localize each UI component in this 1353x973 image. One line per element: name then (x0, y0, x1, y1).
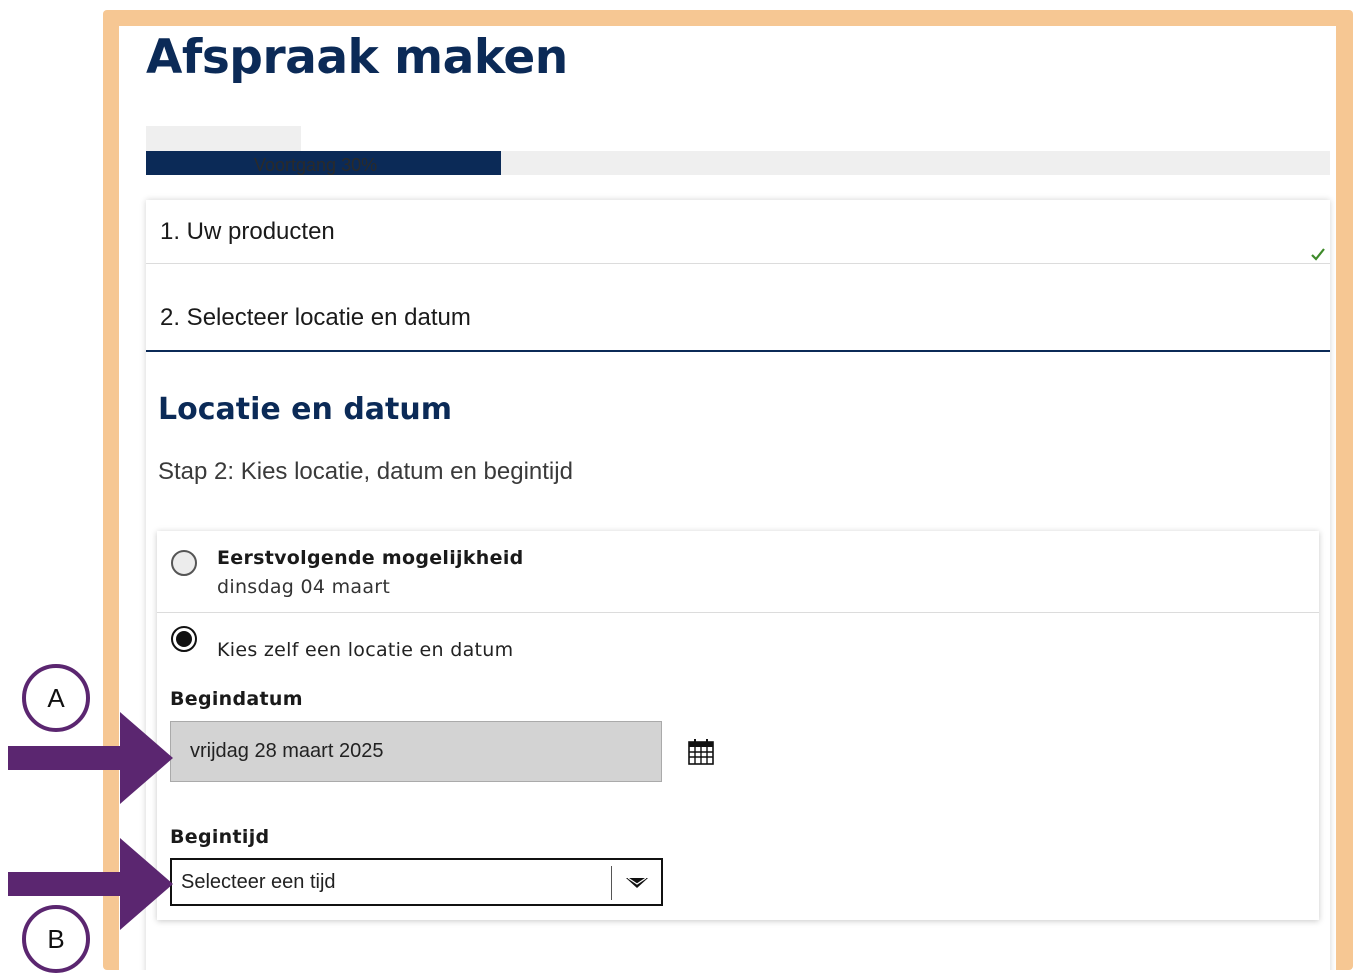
location-date-card: Eerstvolgende mogelijkheid dinsdag 04 ma… (157, 531, 1319, 920)
start-time-label: Begintijd (170, 826, 270, 848)
start-time-select[interactable]: Selecteer een tijd (170, 858, 663, 906)
radio-first-available[interactable] (171, 550, 197, 576)
progress-tab (146, 126, 301, 152)
step-label: 1. Uw producten (160, 218, 335, 245)
appointment-page: Afspraak maken Voortgang 30% 1. Uw produ… (119, 26, 1336, 970)
progress-bar: Voortgang 30% (146, 151, 1330, 175)
step-uw-producten[interactable]: 1. Uw producten (146, 200, 1330, 264)
option-own-label: Kies zelf een locatie en datum (217, 639, 514, 661)
check-icon (1311, 248, 1325, 261)
radio-choose-own[interactable] (171, 626, 197, 652)
steps-panel: 1. Uw producten 2. Selecteer locatie en … (146, 200, 1330, 970)
annotation-a: A (22, 664, 90, 732)
step-label: 2. Selecteer locatie en datum (160, 304, 471, 331)
option-first-date: dinsdag 04 maart (217, 576, 391, 598)
start-time-value: Selecteer een tijd (181, 871, 336, 893)
section-subtitle: Stap 2: Kies locatie, datum en begintijd (158, 458, 573, 485)
progress-label: Voortgang 30% (254, 155, 378, 175)
chevron-down-icon (626, 877, 648, 888)
calendar-icon[interactable] (688, 739, 714, 765)
start-date-label: Begindatum (170, 688, 303, 710)
section-title: Locatie en datum (158, 392, 452, 427)
annotation-b: B (22, 905, 90, 973)
step-selecteer-locatie[interactable]: 2. Selecteer locatie en datum (146, 286, 1330, 352)
select-separator (611, 866, 612, 900)
page-title: Afspraak maken (146, 30, 568, 85)
start-date-field[interactable]: vrijdag 28 maart 2025 (170, 721, 662, 782)
divider (157, 612, 1319, 613)
arrow-right-icon (8, 712, 173, 804)
option-first-title: Eerstvolgende mogelijkheid (217, 547, 524, 569)
